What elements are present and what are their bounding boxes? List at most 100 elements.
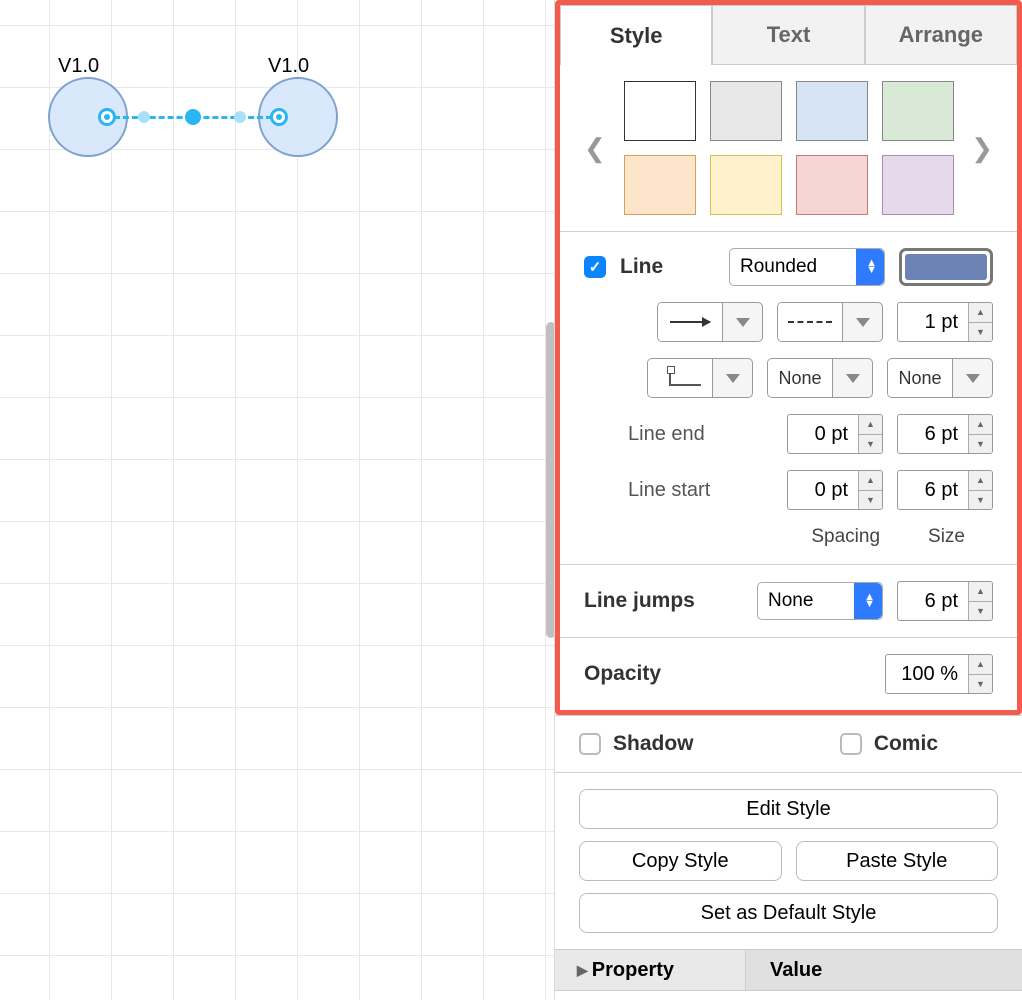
- chevron-down-icon: [856, 318, 870, 327]
- connector-endpoint-end[interactable]: [270, 108, 288, 126]
- vertical-scrollbar[interactable]: [546, 322, 554, 638]
- arrow-end-value: None: [888, 359, 952, 397]
- stepper-down-icon[interactable]: ▼: [969, 675, 992, 694]
- effects-section: Shadow Comic: [555, 715, 1022, 772]
- shadow-label: Shadow: [613, 732, 694, 756]
- line-start-spacing-field[interactable]: 0 pt ▲▼: [787, 470, 883, 510]
- stepper-down-icon[interactable]: ▼: [969, 602, 992, 621]
- property-column-header: Property: [592, 959, 674, 982]
- arrow-end-style-combo[interactable]: None: [887, 358, 993, 398]
- line-start-label: Line start: [628, 479, 710, 502]
- line-end-size-value: 6 pt: [898, 423, 968, 446]
- connector[interactable]: [98, 110, 288, 124]
- line-section: ✓ Line Rounded ▲▼ 1 pt: [560, 231, 1017, 564]
- line-checkbox[interactable]: ✓: [584, 256, 606, 278]
- opacity-label: Opacity: [584, 662, 661, 686]
- connector-endpoint-start[interactable]: [98, 108, 116, 126]
- swatch-yellow[interactable]: [710, 155, 782, 215]
- panel-tabs: Style Text Arrange: [560, 5, 1017, 65]
- stepper-down-icon[interactable]: ▼: [859, 491, 882, 510]
- line-shape-select[interactable]: Rounded ▲▼: [729, 248, 885, 286]
- swatch-orange[interactable]: [624, 155, 696, 215]
- swatch-white[interactable]: [624, 81, 696, 141]
- stepper-up-icon[interactable]: ▲: [969, 582, 992, 602]
- line-jumps-size-value: 6 pt: [898, 590, 968, 613]
- connector-waypoint-2[interactable]: [234, 111, 246, 123]
- color-swatches: [624, 81, 954, 215]
- line-start-spacing-value: 0 pt: [788, 479, 858, 502]
- line-width-field[interactable]: 1 pt ▲▼: [897, 302, 993, 342]
- line-start-size-field[interactable]: 6 pt ▲▼: [897, 470, 993, 510]
- size-header: Size: [928, 526, 965, 548]
- elbow-connector-icon: [669, 370, 691, 386]
- format-panel: Style Text Arrange ❮ ❯: [554, 0, 1022, 1000]
- tab-arrange[interactable]: Arrange: [865, 5, 1017, 65]
- line-end-spacing-value: 0 pt: [788, 423, 858, 446]
- node-1-label: V1.0: [58, 55, 99, 78]
- grid-canvas[interactable]: V1.0 V1.0: [0, 0, 554, 1000]
- dashed-line-icon: [788, 321, 832, 323]
- expand-triangle-icon[interactable]: ▶: [567, 962, 592, 979]
- connector-midpoint[interactable]: [185, 109, 201, 125]
- stepper-down-icon[interactable]: ▼: [969, 323, 992, 342]
- swatch-blue[interactable]: [796, 81, 868, 141]
- line-shape-value: Rounded: [740, 256, 817, 278]
- swatch-red[interactable]: [796, 155, 868, 215]
- canvas-area[interactable]: V1.0 V1.0: [0, 0, 554, 1000]
- paste-style-button[interactable]: Paste Style: [796, 841, 999, 881]
- chevron-down-icon: [846, 374, 860, 383]
- tab-text[interactable]: Text: [712, 5, 864, 65]
- stepper-up-icon[interactable]: ▲: [969, 303, 992, 323]
- line-color-well[interactable]: [899, 248, 993, 286]
- stepper-down-icon[interactable]: ▼: [969, 491, 992, 510]
- stepper-up-icon[interactable]: ▲: [969, 655, 992, 675]
- opacity-field[interactable]: 100 % ▲▼: [885, 654, 993, 694]
- line-jumps-select[interactable]: None ▲▼: [757, 582, 883, 620]
- property-table-header: ▶ Property Value: [555, 949, 1022, 991]
- line-style-combo[interactable]: [777, 302, 883, 342]
- line-end-size-field[interactable]: 6 pt ▲▼: [897, 414, 993, 454]
- swatch-gray[interactable]: [710, 81, 782, 141]
- stepper-up-icon[interactable]: ▲: [969, 471, 992, 491]
- tab-style[interactable]: Style: [560, 5, 712, 65]
- swatch-purple[interactable]: [882, 155, 954, 215]
- palette-next-icon[interactable]: ❯: [968, 133, 994, 164]
- spacing-header: Spacing: [811, 526, 880, 548]
- line-jumps-size-field[interactable]: 6 pt ▲▼: [897, 581, 993, 621]
- chevron-down-icon: [966, 374, 980, 383]
- opacity-value: 100 %: [886, 663, 968, 686]
- line-width-value: 1 pt: [898, 311, 968, 334]
- set-default-style-button[interactable]: Set as Default Style: [579, 893, 998, 933]
- chevron-down-icon: [736, 318, 750, 327]
- palette-prev-icon[interactable]: ❮: [584, 133, 610, 164]
- line-jumps-value: None: [768, 590, 813, 612]
- edit-style-button[interactable]: Edit Style: [579, 789, 998, 829]
- comic-checkbox[interactable]: [840, 733, 862, 755]
- arrow-right-icon: [670, 321, 710, 323]
- comic-label: Comic: [874, 732, 938, 756]
- stepper-down-icon[interactable]: ▼: [969, 435, 992, 454]
- waypoint-style-combo[interactable]: [647, 358, 753, 398]
- style-buttons-section: Edit Style Copy Style Paste Style Set as…: [555, 772, 1022, 949]
- stepper-down-icon[interactable]: ▼: [859, 435, 882, 454]
- line-jumps-label: Line jumps: [584, 589, 695, 613]
- value-column-header: Value: [758, 959, 822, 982]
- line-end-label: Line end: [628, 423, 705, 446]
- stepper-up-icon[interactable]: ▲: [859, 415, 882, 435]
- line-start-size-value: 6 pt: [898, 479, 968, 502]
- swatch-green[interactable]: [882, 81, 954, 141]
- connector-waypoint-1[interactable]: [138, 111, 150, 123]
- copy-style-button[interactable]: Copy Style: [579, 841, 782, 881]
- line-end-spacing-field[interactable]: 0 pt ▲▼: [787, 414, 883, 454]
- arrow-start-combo[interactable]: None: [767, 358, 873, 398]
- opacity-section: Opacity 100 % ▲▼: [560, 637, 1017, 710]
- color-palette-section: ❮ ❯: [560, 65, 1017, 231]
- node-2-label: V1.0: [268, 55, 309, 78]
- highlighted-region: Style Text Arrange ❮ ❯: [555, 0, 1022, 715]
- arrow-start-value: None: [768, 359, 832, 397]
- stepper-up-icon[interactable]: ▲: [859, 471, 882, 491]
- arrow-end-combo[interactable]: [657, 302, 763, 342]
- line-label: Line: [620, 255, 663, 279]
- shadow-checkbox[interactable]: [579, 733, 601, 755]
- stepper-up-icon[interactable]: ▲: [969, 415, 992, 435]
